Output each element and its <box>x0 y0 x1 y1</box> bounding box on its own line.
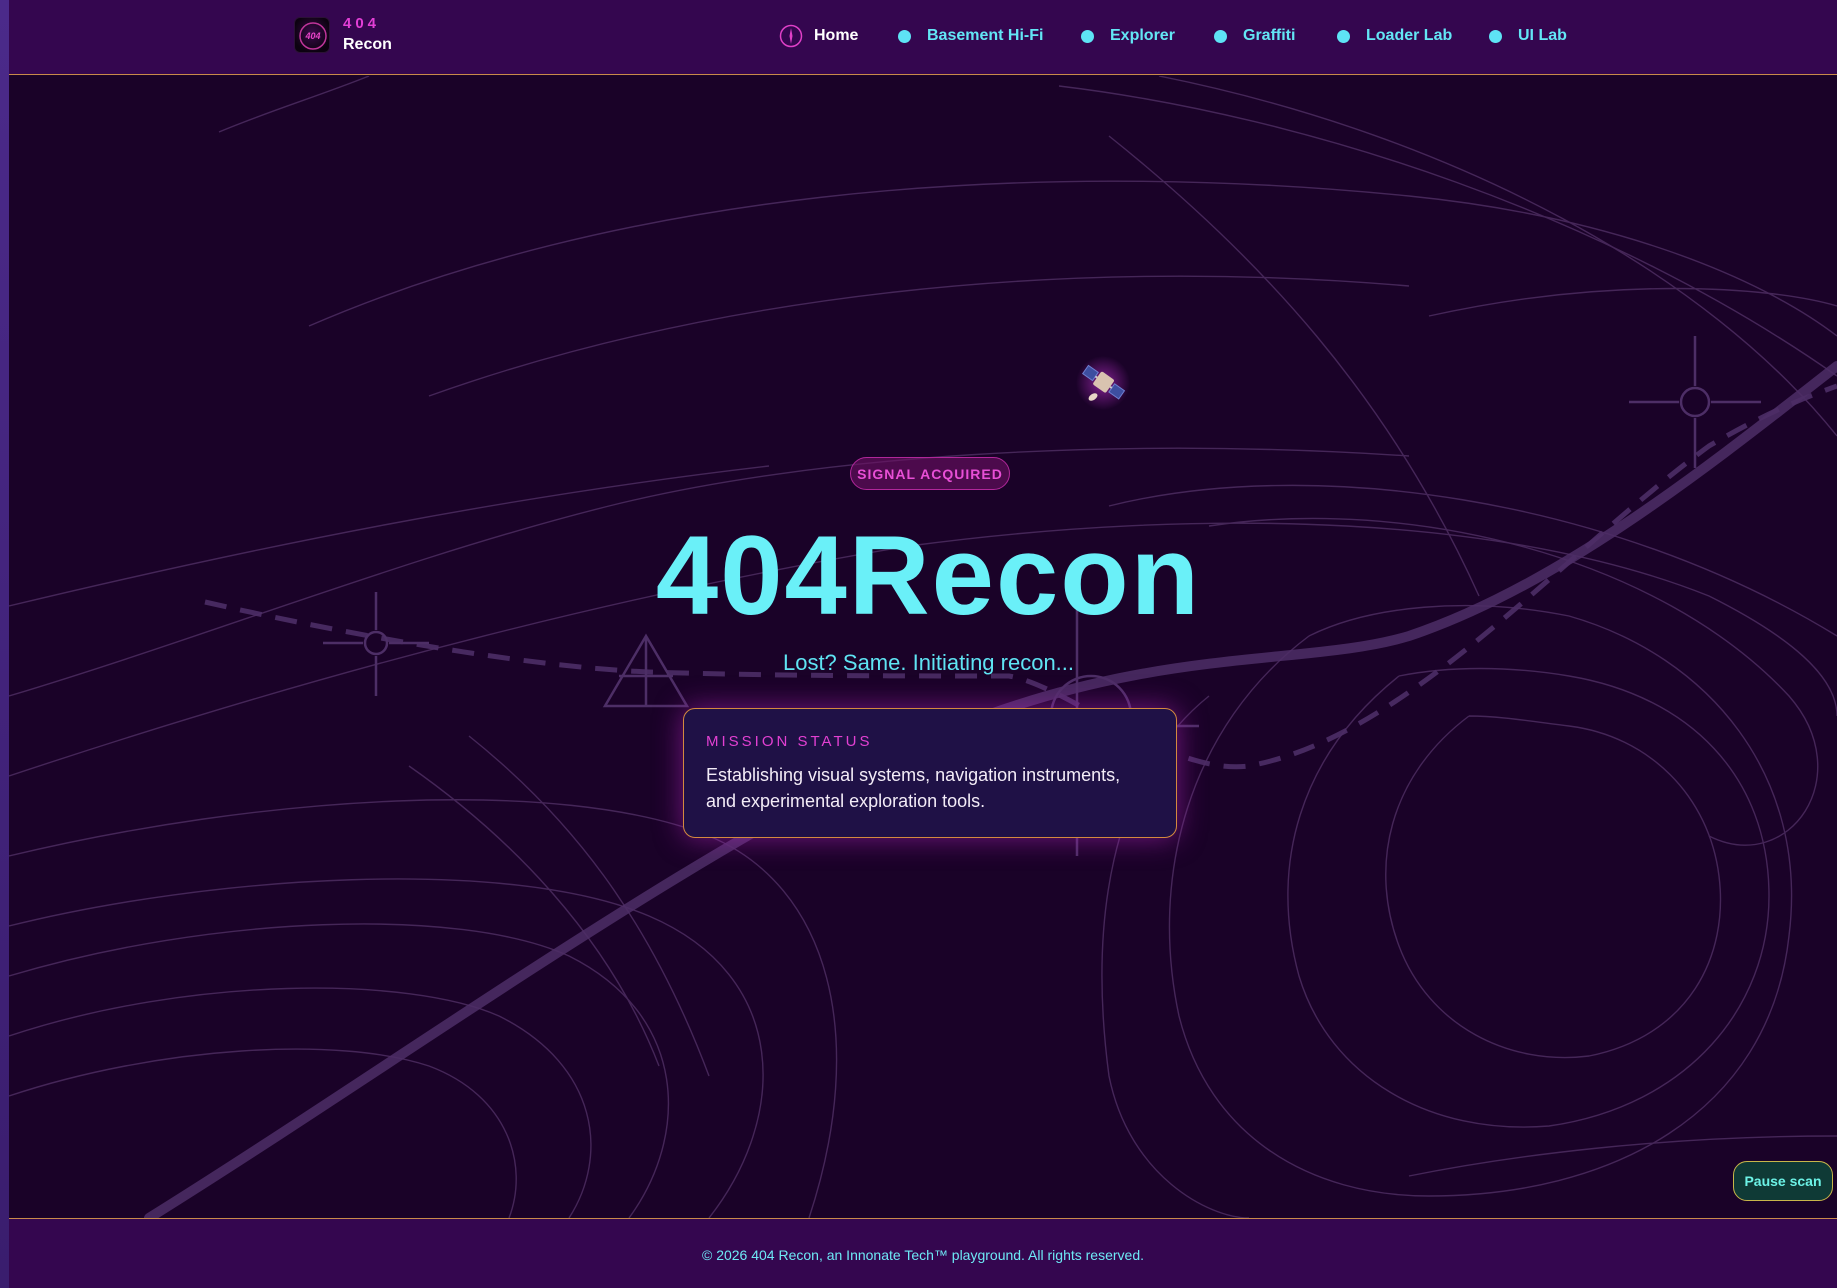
nav-item-basement-hifi[interactable]: Basement Hi-Fi <box>898 25 1043 47</box>
nav-item-ui-lab[interactable]: UI Lab <box>1489 25 1567 47</box>
mission-status-label: MISSION STATUS <box>706 733 873 750</box>
dot-icon <box>1081 29 1094 43</box>
page: 404 404 Recon Home Basement Hi-Fi Explor… <box>0 0 1837 1288</box>
nav-label: Explorer <box>1110 27 1175 44</box>
topographic-map-background <box>9 76 1837 1218</box>
mission-status-text: Establishing visual systems, navigation … <box>706 765 1121 811</box>
window-edge <box>0 0 9 1288</box>
nav-item-explorer[interactable]: Explorer <box>1081 25 1175 47</box>
dot-icon <box>1214 29 1227 43</box>
footer-copyright: © 2026 404 Recon, an Innonate Tech™ play… <box>701 1247 1144 1263</box>
nav-label: UI Lab <box>1518 27 1567 44</box>
footer: © 2026 404 Recon, an Innonate Tech™ play… <box>9 1218 1837 1288</box>
status-badge: SIGNAL ACQUIRED <box>850 457 1010 490</box>
main-nav: Home Basement Hi-Fi Explorer Graffiti Lo… <box>9 0 1837 75</box>
nav-label: Loader Lab <box>1366 27 1453 44</box>
pause-scan-button[interactable]: Pause scan <box>1733 1161 1833 1201</box>
compass-icon <box>779 24 803 48</box>
dot-icon <box>1489 29 1502 43</box>
satellite-icon <box>1076 356 1130 410</box>
nav-item-loader-lab[interactable]: Loader Lab <box>1337 25 1452 47</box>
nav-label: Graffiti <box>1243 27 1296 44</box>
nav-label: Basement Hi-Fi <box>927 27 1044 44</box>
nav-label: Home <box>814 27 859 44</box>
page-title: 404Recon <box>655 513 1202 638</box>
nav-item-graffiti[interactable]: Graffiti <box>1214 25 1295 47</box>
nav-item-home[interactable]: Home <box>779 24 859 48</box>
dot-icon <box>1337 29 1350 43</box>
top-navigation-bar: 404 404 Recon Home Basement Hi-Fi Explor… <box>9 0 1837 75</box>
page-subtitle: Lost? Same. Initiating recon... <box>782 650 1075 675</box>
dot-icon <box>898 29 911 43</box>
mission-status-card: MISSION STATUS Establishing visual syste… <box>683 708 1177 838</box>
